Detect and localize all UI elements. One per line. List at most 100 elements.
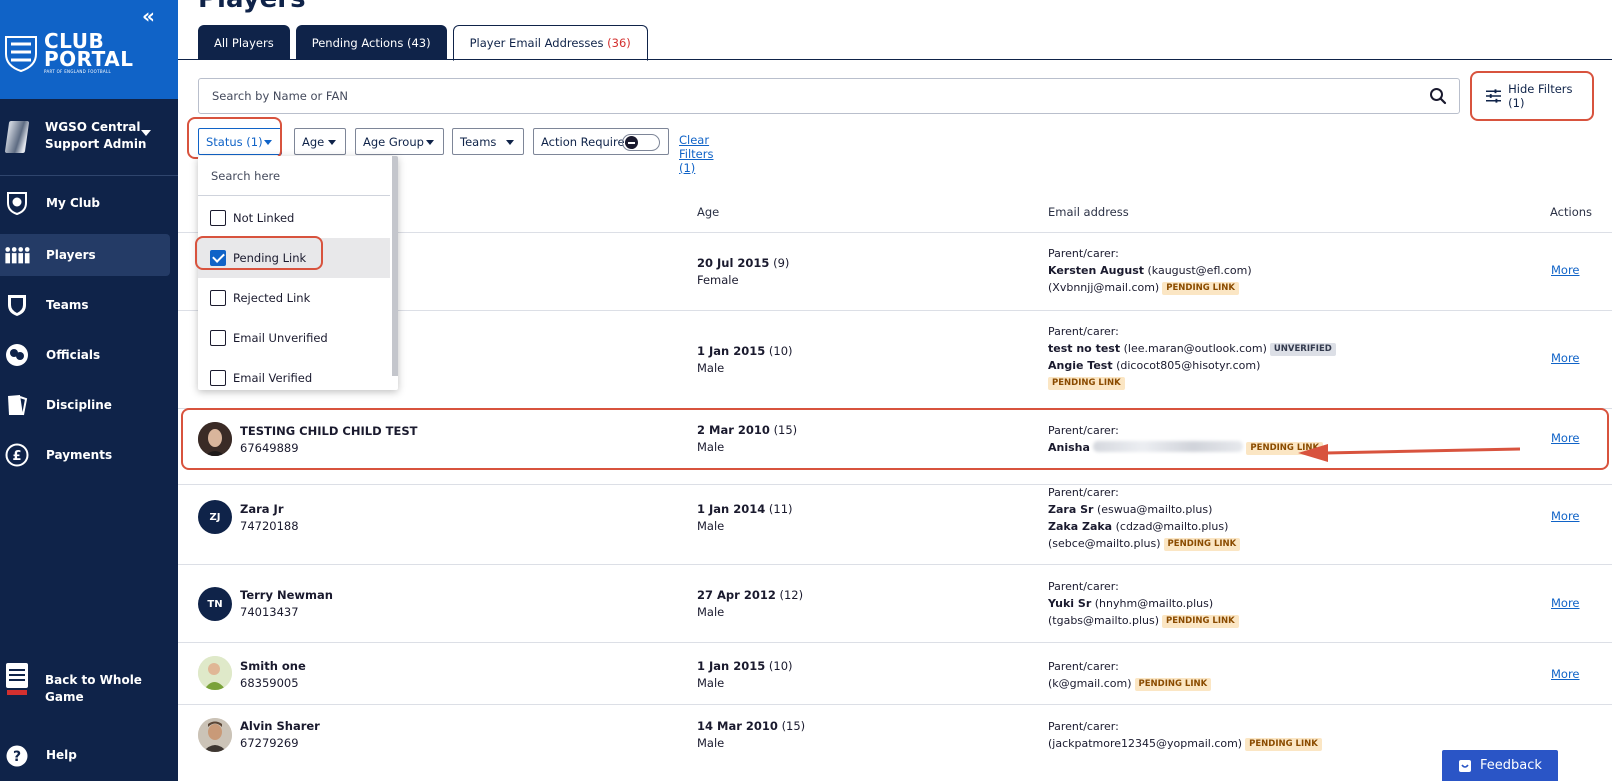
more-link[interactable]: More [1551,351,1580,365]
player-email: Parent/carer: Zara Sr (eswua@mailto.plus… [1048,484,1241,552]
fa-crest-icon [4,663,30,695]
feedback-icon [1459,759,1472,772]
sidebar-item-label: Discipline [46,398,112,412]
status-option-rejected-link[interactable]: Rejected Link [198,278,390,318]
player-fan: 67649889 [240,441,299,455]
players-icon [4,242,30,268]
sidebar-item-officials[interactable]: Officials [0,334,170,376]
collapse-sidebar-icon[interactable]: « [142,4,155,28]
player-name[interactable]: Terry Newman [240,588,333,602]
pending-link-badge: PENDING LINK [1245,738,1322,751]
dob: 20 Jul 2015 [697,256,770,270]
action-required-toggle[interactable] [622,134,660,151]
parent-email: (cdzad@mailto.plus) [1115,520,1229,533]
age-years: (10) [768,344,793,358]
sidebar-item-players[interactable]: Players [0,234,170,276]
sidebar-item-discipline[interactable]: Discipline [0,384,170,426]
help-icon: ? [4,743,30,769]
age-filter-label: Age [302,134,325,149]
status-option-pending-link[interactable]: Pending Link [198,238,390,278]
search-box [198,78,1460,114]
tab-pending-actions[interactable]: Pending Actions (43) [295,25,447,60]
dob: 1 Jan 2015 [697,659,766,673]
more-link[interactable]: More [1551,431,1580,445]
dob: 27 Apr 2012 [697,588,776,602]
action-required-filter[interactable]: Action Required [533,128,669,155]
checkbox[interactable] [210,290,226,306]
sidebar-item-teams[interactable]: Teams [0,284,170,326]
age-filter-dropdown[interactable]: Age [294,128,346,155]
sidebar-item-my-club[interactable]: My Club [0,182,170,224]
teams-filter-dropdown[interactable]: Teams [452,128,524,155]
player-email: Parent/carer: Yuki Sr (hnyhm@mailto.plus… [1048,578,1239,629]
table-row: ZJ Zara Jr 74720188 1 Jan 2014 (11) Male … [178,484,1612,564]
status-option-not-linked[interactable]: Not Linked [198,198,390,238]
more-link[interactable]: More [1551,596,1580,610]
parent-label: Parent/carer: [1048,580,1119,593]
initials-avatar: ZJ [198,500,232,534]
gender: Male [697,519,725,533]
player-fan: 67279269 [240,736,299,750]
tab-player-email-addresses[interactable]: Player Email Addresses (36) [452,25,648,61]
player-photo-avatar [198,422,232,456]
back-to-whole-game-link[interactable]: Back to Whole Game [0,663,170,716]
parent-name: Yuki Sr [1048,597,1092,610]
parent-email: (jackpatmore12345@yopmail.com) [1048,737,1243,750]
pending-link-badge: PENDING LINK [1162,282,1239,295]
hide-filters-button[interactable]: Hide Filters (1) [1478,78,1588,114]
dob: 14 Mar 2010 [697,719,778,733]
parent-label: Parent/carer: [1048,720,1119,733]
caret-down-icon[interactable] [141,130,151,136]
back-label-line1: Back to Whole [45,673,142,687]
parent-name: Angie Test [1048,359,1113,372]
parent-email: (hnyhm@mailto.plus) [1094,597,1214,610]
checkbox-checked[interactable] [210,250,226,266]
gender: Male [697,676,725,690]
whistle-icon [4,342,30,368]
checkbox[interactable] [210,370,226,386]
club-portal-logo[interactable]: CLUB PORTAL PART OF ENGLAND FOOTBALL [4,31,133,74]
status-option-email-unverified[interactable]: Email Unverified [198,318,390,358]
sidebar-item-payments[interactable]: £ Payments [0,434,170,476]
player-name[interactable]: Zara Jr [240,502,283,516]
player-email: Parent/carer: Anisha PENDING LINK [1048,422,1324,456]
chevron-down-icon [426,140,434,145]
search-icon[interactable] [1429,87,1447,105]
status-option-email-verified[interactable]: Email Verified [198,358,390,390]
tab-label: All Players [214,35,274,50]
gender: Female [697,273,739,287]
more-link[interactable]: More [1551,667,1580,681]
sidebar-item-label: Players [46,248,96,262]
player-age: 1 Jan 2014 (11) Male [697,501,793,535]
back-label-line2: Game [45,690,84,704]
chevron-down-icon [264,140,272,145]
toggle-off-icon [625,136,638,149]
age-group-filter-dropdown[interactable]: Age Group [355,128,444,155]
dropdown-scrollbar[interactable] [392,156,398,376]
clear-filters-link[interactable]: Clear Filters (1) [679,133,713,175]
svg-text:?: ? [13,749,21,765]
more-link[interactable]: More [1551,509,1580,523]
user-switcher[interactable]: WGSO Central Support Admin [0,99,178,176]
help-link[interactable]: ? Help [0,740,170,772]
parent-email: (lee.maran@outlook.com) [1123,342,1267,355]
status-filter-dropdown[interactable]: Status (1) [198,128,282,155]
parent-email: (sebce@mailto.plus) [1048,537,1161,550]
tab-label: Player Email Addresses [469,36,604,50]
checkbox[interactable] [210,210,226,226]
three-lions-crest-icon [5,35,37,72]
age-years: (9) [773,256,790,270]
tab-all-players[interactable]: All Players [198,25,290,60]
parent-email: (eswua@mailto.plus) [1096,503,1213,516]
column-header-email[interactable]: Email address [1048,205,1129,219]
player-name[interactable]: TESTING CHILD CHILD TEST [240,424,417,438]
feedback-button[interactable]: Feedback [1442,750,1558,781]
search-input[interactable] [199,79,1379,113]
more-link[interactable]: More [1551,263,1580,277]
player-name[interactable]: Alvin Sharer [240,719,320,733]
dropdown-search-input[interactable]: Search here [198,156,390,196]
sidebar-item-label: Teams [46,298,89,312]
checkbox[interactable] [210,330,226,346]
column-header-age[interactable]: Age [697,205,719,219]
player-name[interactable]: Smith one [240,659,306,673]
